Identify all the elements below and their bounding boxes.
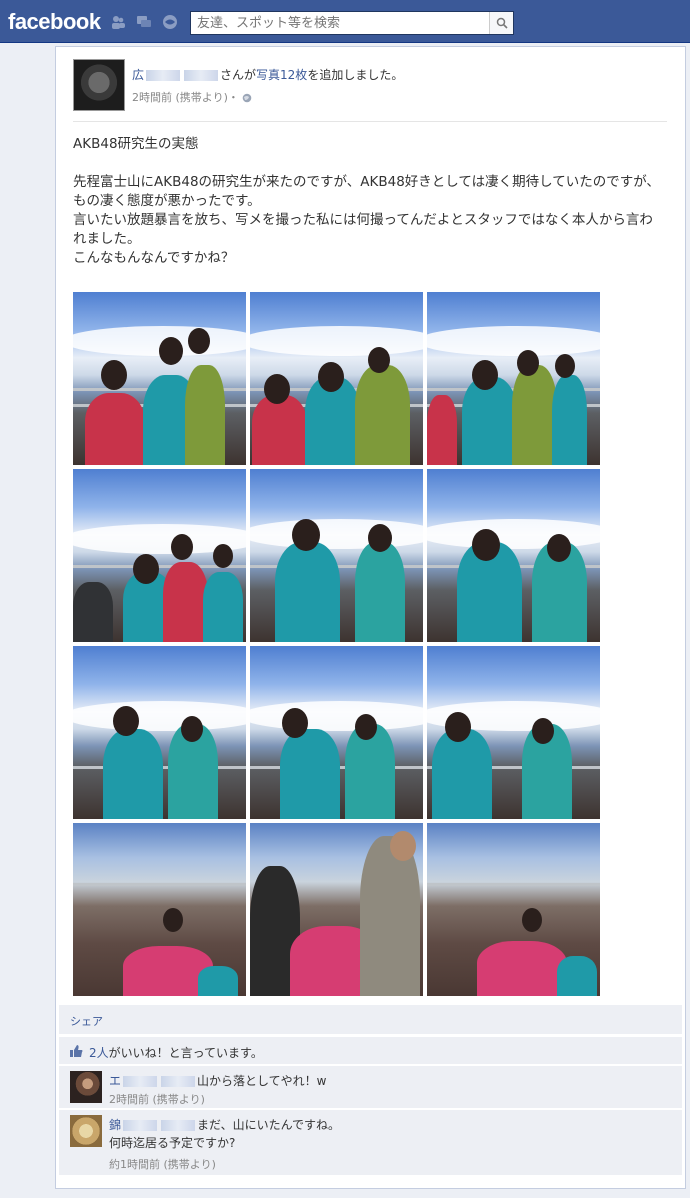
post-card: 広さんが写真12枚を追加しました。 2時間前 (携帯より)・ AKB48研究生の…: [55, 46, 686, 1189]
blurred-name: [123, 1076, 158, 1087]
action-prefix: さんが: [220, 68, 257, 82]
notifications-icon[interactable]: [162, 14, 178, 30]
blurred-name: [123, 1120, 158, 1131]
post-header: 広 さんが写真12枚を追加しました。: [132, 66, 403, 83]
thumbs-up-icon: [70, 1045, 83, 1057]
search-input[interactable]: [191, 12, 481, 35]
likes-suffix: がいいね！と言っています。: [108, 1046, 263, 1060]
comment-text: 山から落としてやれ！w: [197, 1074, 327, 1088]
search-button[interactable]: [489, 12, 513, 34]
comment-text-line2: 何時迄居る予定ですか?: [109, 1136, 236, 1150]
photo-thumbnail[interactable]: [73, 469, 246, 642]
likes-summary: 2人がいいね！と言っています。: [89, 1044, 263, 1061]
author-avatar[interactable]: [73, 59, 125, 111]
search-box: [190, 11, 514, 35]
comment-text: まだ、山にいたんですね。: [197, 1118, 341, 1132]
author-name[interactable]: 広: [132, 68, 144, 82]
photo-thumbnail[interactable]: [427, 823, 600, 996]
photo-grid: [73, 292, 603, 996]
share-row: シェア: [59, 1005, 682, 1035]
blurred-name: [146, 70, 181, 81]
photo-thumbnail[interactable]: [73, 823, 246, 996]
commenter-name[interactable]: 錦: [109, 1118, 121, 1132]
post-timestamp[interactable]: 2時間前 (携帯より): [132, 91, 228, 104]
photo-thumbnail[interactable]: [250, 292, 423, 465]
comment: エ 山から落としてやれ！w 2時間前 (携帯より): [59, 1066, 682, 1109]
likes-row: 2人がいいね！と言っています。: [59, 1037, 682, 1065]
likes-count[interactable]: 2人: [89, 1046, 109, 1060]
post-message: AKB48研究生の実態 先程富士山にAKB48の研究生が来たのですが、AKB48…: [73, 135, 663, 268]
post-title: AKB48研究生の実態: [73, 136, 199, 152]
friends-icon[interactable]: [110, 14, 126, 30]
comment-body: 錦 まだ、山にいたんですね。: [109, 1116, 340, 1133]
comment: 錦 まだ、山にいたんですね。 何時迄居る予定ですか? 約1時間前 (携帯より): [59, 1110, 682, 1176]
blurred-name: [161, 1120, 196, 1131]
photo-thumbnail[interactable]: [427, 646, 600, 819]
comment-timestamp[interactable]: 約1時間前 (携帯より): [109, 1156, 216, 1172]
share-link[interactable]: シェア: [70, 1013, 103, 1029]
photos-link[interactable]: 写真12枚: [256, 68, 307, 82]
post-meta: 2時間前 (携帯より)・: [132, 89, 252, 105]
facebook-logo[interactable]: facebook: [8, 9, 101, 35]
blurred-name: [161, 1076, 196, 1087]
post-body-line: 先程富士山にAKB48の研究生が来たのですが、AKB48好きとしては凄く期待して…: [73, 174, 660, 209]
photo-thumbnail[interactable]: [427, 292, 600, 465]
photo-thumbnail[interactable]: [250, 823, 423, 996]
post-body-line: こんなもんなんですかね？: [73, 250, 235, 266]
blurred-name: [184, 70, 219, 81]
post-body-line: 言いたい放題暴言を放ち、写メを撮った私には何撮ってんだよとスタッフではなく本人か…: [73, 212, 653, 247]
divider: [73, 121, 667, 122]
messages-icon[interactable]: [136, 14, 152, 30]
comment-timestamp[interactable]: 2時間前 (携帯より): [109, 1091, 205, 1107]
commenter-avatar[interactable]: [70, 1115, 102, 1147]
photo-thumbnail[interactable]: [73, 292, 246, 465]
photo-thumbnail[interactable]: [250, 469, 423, 642]
globe-icon[interactable]: [242, 93, 252, 103]
photo-thumbnail[interactable]: [250, 646, 423, 819]
commenter-name[interactable]: エ: [109, 1074, 121, 1088]
action-suffix: を追加しました。: [307, 68, 404, 82]
meta-separator: ・: [227, 91, 239, 104]
comment-body: エ 山から落としてやれ！w: [109, 1072, 326, 1089]
commenter-avatar[interactable]: [70, 1071, 102, 1103]
top-bar: facebook: [0, 0, 690, 43]
photo-thumbnail[interactable]: [427, 469, 600, 642]
search-icon: [496, 17, 508, 29]
photo-thumbnail[interactable]: [73, 646, 246, 819]
